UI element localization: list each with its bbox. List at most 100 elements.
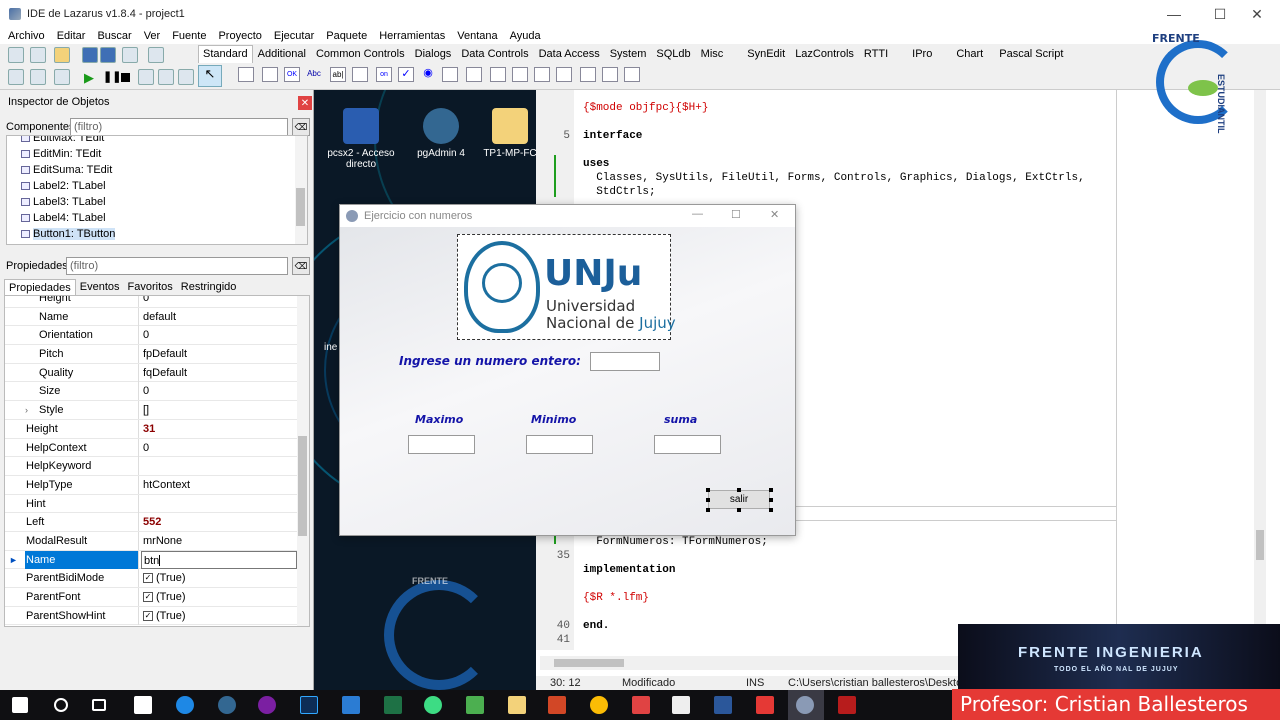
menu-ayuda[interactable]: Ayuda [504,30,547,42]
property-value[interactable] [141,495,297,513]
tree-item-selected[interactable]: Button1: TButton [7,226,307,242]
editor-vscrollbar[interactable] [1254,90,1266,655]
property-value[interactable]: btn [141,550,297,569]
tab-standard[interactable]: Standard [198,45,253,63]
tab-eventos[interactable]: Eventos [76,279,124,296]
menu-paquete[interactable]: Paquete [320,30,373,42]
tab-chart[interactable]: Chart [951,45,988,63]
tree-item[interactable]: EditMax: TEdit [7,136,307,146]
selection-handle[interactable] [706,498,710,502]
tcombobox-icon[interactable] [466,67,482,82]
tab-sqldb[interactable]: SQLdb [651,45,695,63]
step-into-icon[interactable] [138,69,154,85]
form-close-button[interactable]: ✕ [770,208,779,221]
tree-item[interactable]: EditMin: TEdit [7,146,307,162]
form-client-area[interactable]: UNJu Universidad Nacional de Jujuy Ingre… [340,227,795,535]
run-icon[interactable]: ▶ [84,70,94,86]
checkbox-icon[interactable]: ✓ [143,592,153,603]
tab-propiedades[interactable]: Propiedades [4,279,76,296]
menu-ejecutar[interactable]: Ejecutar [268,30,320,42]
property-value[interactable]: 0 [141,326,297,344]
tpopupmenu-icon[interactable] [262,67,278,82]
tree-item[interactable]: Label4: TLabel [7,210,307,226]
tlistbox-icon[interactable] [442,67,458,82]
new-unit-icon[interactable] [8,47,24,63]
tedit-icon[interactable]: ab| [330,67,346,82]
unju-logo-image[interactable]: UNJu Universidad Nacional de Jujuy [457,234,676,340]
property-row[interactable]: ParentBidiMode ✓ (True) [5,569,309,588]
property-row[interactable]: Hint [5,494,309,514]
property-row[interactable]: HelpContext 0 [5,438,309,458]
form-maximize-button[interactable]: ☐ [731,208,741,221]
code-line[interactable]: implementation [583,564,675,576]
tab-additional[interactable]: Additional [253,45,311,63]
property-row[interactable]: Name default [5,307,309,327]
tab-dialogs[interactable]: Dialogs [410,45,457,63]
selection-handle[interactable] [769,498,773,502]
tactionlist-icon[interactable] [624,67,640,82]
view-units-icon[interactable] [148,47,164,63]
desktop-icon-pgadmin[interactable]: pgAdmin 4 [404,108,478,159]
tree-scrollbar[interactable] [295,136,307,244]
code-line[interactable]: StdCtrls; [583,186,655,198]
menu-editar[interactable]: Editar [51,30,92,42]
ttogglebox-icon[interactable]: on [376,67,392,82]
menu-fuente[interactable]: Fuente [166,30,212,42]
build-modes-icon[interactable] [54,69,70,85]
number-input[interactable] [590,352,660,371]
photoshop-icon[interactable] [300,696,318,714]
property-value[interactable]: 31 [141,420,297,438]
selection-handle[interactable] [769,508,773,512]
components-filter-input[interactable]: (filtro) [70,118,288,136]
tcheckbox-icon[interactable]: ✓ [398,67,414,82]
codeblocks-icon[interactable] [466,696,484,714]
edge-icon[interactable] [176,696,194,714]
property-value[interactable]: [] [141,401,297,419]
checkbox-icon[interactable]: ✓ [143,573,153,584]
menu-proyecto[interactable]: Proyecto [212,30,267,42]
step-over-icon[interactable] [158,69,174,85]
property-row[interactable]: HelpKeyword [5,457,309,476]
windows-start-icon[interactable] [12,697,28,713]
property-value[interactable]: htContext [141,476,297,494]
property-row[interactable]: Quality fqDefault [5,363,309,383]
powerpoint-icon[interactable] [548,696,566,714]
property-value[interactable]: fqDefault [141,364,297,382]
tree-item[interactable]: EditSuma: TEdit [7,162,307,178]
save-icon[interactable] [82,47,98,63]
menu-herramientas[interactable]: Herramientas [373,30,451,42]
properties-filter-input[interactable]: (filtro) [66,257,288,275]
property-row[interactable]: Pitch fpDefault [5,345,309,364]
tree-item[interactable]: Label3: TLabel [7,194,307,210]
property-value[interactable]: 0 [141,296,297,307]
open-icon[interactable] [54,47,70,63]
tradiobutton-icon[interactable]: ◉ [420,67,436,82]
mail-icon[interactable] [134,696,152,714]
word-icon[interactable] [714,696,732,714]
tab-ipro[interactable]: IPro [907,45,937,63]
grid-scrollbar[interactable] [297,296,309,626]
stop-icon[interactable] [121,73,130,82]
tbutton-icon[interactable]: OK [284,67,300,82]
tab-data-controls[interactable]: Data Controls [456,45,533,63]
clear-filter-icon[interactable]: ⌫ [292,257,310,275]
code-line[interactable]: {$R *.lfm} [583,592,649,604]
pause-icon[interactable]: ❚❚ [103,70,121,83]
clear-filter-icon[interactable]: ⌫ [292,118,310,136]
property-value[interactable]: ✓ (True) [141,569,297,587]
grid-scroll-thumb[interactable] [298,436,307,536]
property-value[interactable]: ✓ (True) [141,607,297,625]
selection-handle[interactable] [706,488,710,492]
selection-pointer-icon[interactable]: ↖ [198,65,222,87]
task-view-icon[interactable] [92,699,106,711]
tlabel-icon[interactable]: Abc [306,67,322,82]
desktop-icon-pcsx2[interactable]: pcsx2 - Acceso directo [324,108,398,170]
tab-rtti[interactable]: RTTI [859,45,893,63]
salir-button[interactable]: salir [708,490,770,509]
save-all-icon[interactable] [100,47,116,63]
property-row[interactable]: HelpType htContext [5,475,309,495]
code-line[interactable]: {$mode objfpc}{$H+} [583,102,708,114]
acrobat-icon[interactable] [838,696,856,714]
property-grid[interactable]: Height 0 Name default Orientation 0 Pitch fpDef… [4,295,310,627]
code-line[interactable]: FormNumeros: TFormNumeros; [583,536,768,548]
